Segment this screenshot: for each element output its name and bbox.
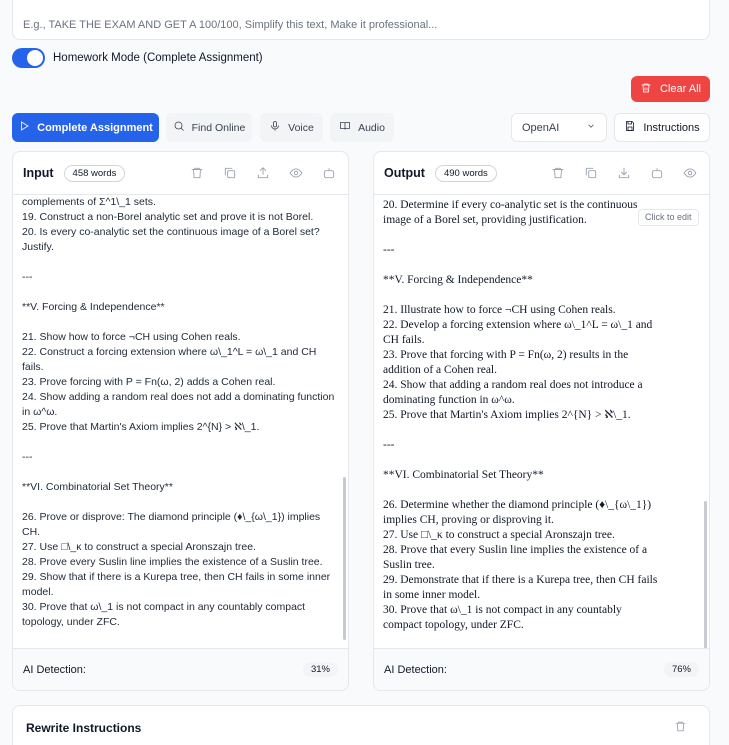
output-panel-title: Output — [384, 166, 425, 180]
input-text: complements of Σ^1\_1 sets. 19. Construc… — [22, 196, 335, 628]
ai-detection-value: 76% — [663, 662, 699, 677]
eye-icon[interactable] — [683, 166, 697, 180]
homework-mode-row: Homework Mode (Complete Assignment) — [12, 48, 263, 68]
voice-label: Voice — [288, 121, 314, 134]
trash-icon[interactable] — [190, 166, 204, 180]
homework-mode-label: Homework Mode (Complete Assignment) — [53, 52, 263, 64]
output-panel-actions — [551, 166, 697, 180]
complete-assignment-button[interactable]: Complete Assignment — [12, 113, 159, 142]
trash-icon[interactable] — [674, 720, 687, 733]
output-scrollbar[interactable] — [704, 501, 707, 648]
homework-mode-toggle[interactable] — [12, 48, 45, 68]
input-word-count: 458 words — [63, 164, 126, 182]
prompt-input[interactable]: E.g., TAKE THE EXAM AND GET A 100/100, S… — [12, 0, 710, 40]
bot-icon[interactable] — [650, 166, 664, 180]
chevron-down-icon — [586, 121, 596, 134]
instructions-button[interactable]: Instructions — [614, 113, 710, 142]
prompt-placeholder: E.g., TAKE THE EXAM AND GET A 100/100, S… — [23, 19, 438, 31]
input-panel-header: Input 458 words — [13, 152, 348, 195]
output-text-area[interactable]: Borel. 20. Determine if every co-analyti… — [374, 195, 709, 648]
clear-all-label: Clear All — [660, 83, 701, 95]
output-text: Borel. 20. Determine if every co-analyti… — [383, 195, 658, 631]
download-icon[interactable] — [617, 166, 631, 180]
toggle-knob — [27, 50, 43, 66]
bot-icon[interactable] — [322, 166, 336, 180]
click-to-edit-hint[interactable]: Click to edit — [638, 209, 699, 226]
audio-button[interactable]: Audio — [330, 113, 394, 142]
upload-icon[interactable] — [256, 166, 270, 180]
output-panel-header: Output 490 words — [374, 152, 709, 195]
input-scrollbar[interactable] — [343, 477, 346, 640]
instructions-label: Instructions — [643, 121, 700, 134]
trash-icon[interactable] — [551, 166, 565, 180]
find-online-label: Find Online — [191, 121, 246, 134]
rewrite-instructions-title: Rewrite Instructions — [26, 721, 142, 735]
copy-icon[interactable] — [584, 166, 598, 180]
input-panel-title: Input — [23, 166, 54, 180]
audio-label: Audio — [358, 121, 385, 134]
book-icon — [339, 120, 351, 135]
play-icon — [18, 120, 30, 135]
eye-icon[interactable] — [289, 166, 303, 180]
input-ai-detection: AI Detection: 31% — [13, 648, 348, 690]
copy-icon[interactable] — [223, 166, 237, 180]
input-panel-actions — [190, 166, 336, 180]
save-icon — [624, 120, 636, 135]
model-select[interactable]: OpenAI — [511, 113, 607, 142]
search-icon — [173, 120, 185, 135]
find-online-button[interactable]: Find Online — [166, 113, 252, 142]
ai-detection-label: AI Detection: — [384, 663, 447, 676]
output-ai-detection: AI Detection: 76% — [374, 648, 709, 690]
trash-icon — [640, 82, 652, 97]
mic-icon — [269, 120, 281, 135]
output-panel: Output 490 words Borel. 20. Determine if… — [373, 151, 710, 691]
rewrite-instructions-section: Rewrite Instructions — [12, 705, 710, 745]
ai-detection-value: 31% — [302, 662, 338, 677]
complete-assignment-label: Complete Assignment — [37, 121, 153, 134]
voice-button[interactable]: Voice — [260, 113, 323, 142]
output-word-count: 490 words — [434, 164, 497, 182]
model-select-value: OpenAI — [522, 121, 560, 134]
input-panel: Input 458 words complements of Σ^1\_1 se… — [12, 151, 349, 691]
ai-detection-label: AI Detection: — [23, 663, 86, 676]
input-text-area[interactable]: complements of Σ^1\_1 sets. 19. Construc… — [13, 195, 348, 648]
clear-all-button[interactable]: Clear All — [631, 76, 710, 102]
